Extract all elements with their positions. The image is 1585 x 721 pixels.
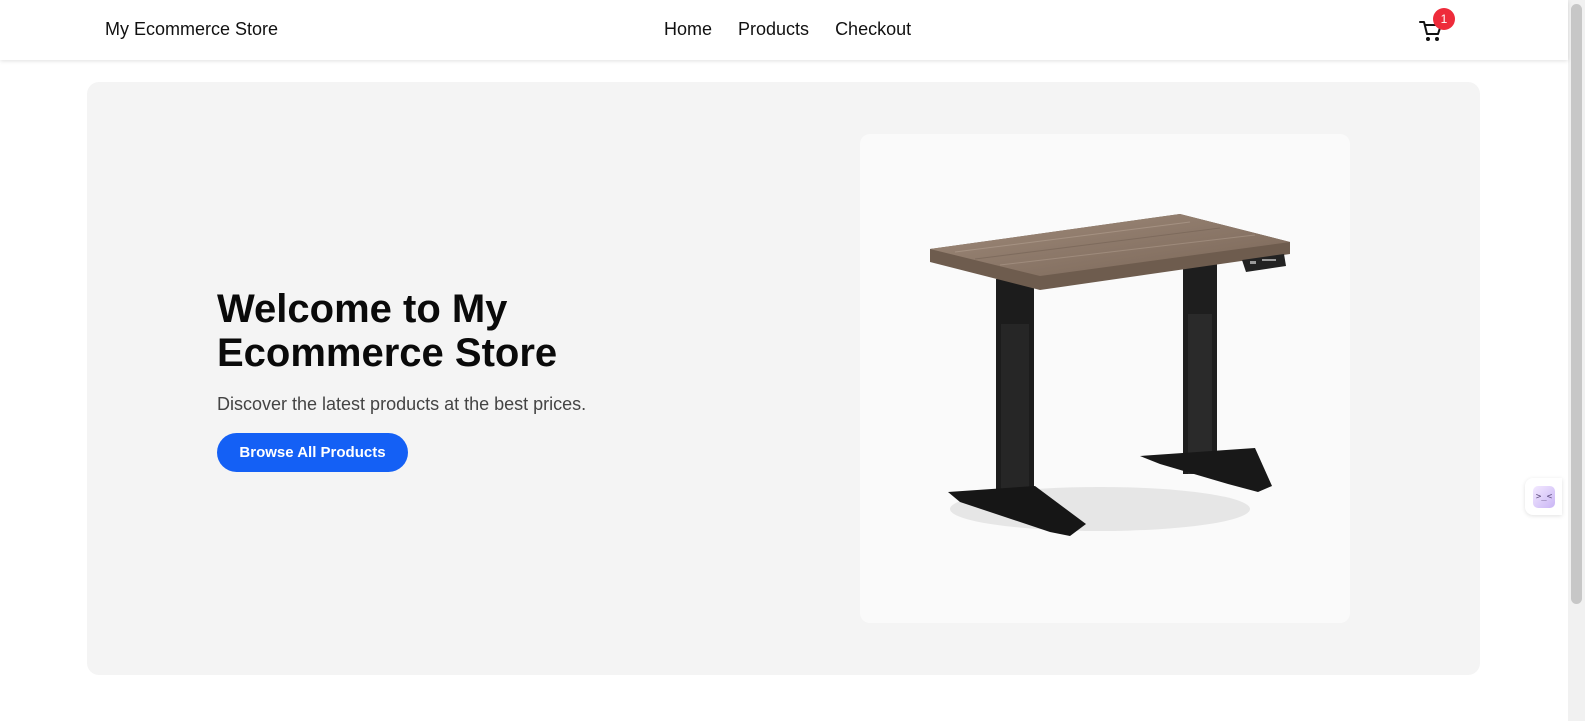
hero-subtitle: Discover the latest products at the best… xyxy=(217,394,587,414)
brand-title[interactable]: My Ecommerce Store xyxy=(105,19,278,40)
assistant-widget-button[interactable]: >_< xyxy=(1525,478,1562,515)
top-navbar: My Ecommerce Store Home Products Checkou… xyxy=(0,0,1568,60)
nav-links: Home Products Checkout xyxy=(664,19,911,40)
nav-products-link[interactable]: Products xyxy=(738,19,809,40)
assistant-widget-icon: >_< xyxy=(1533,486,1555,508)
nav-checkout-link[interactable]: Checkout xyxy=(835,19,911,40)
hero-product-image xyxy=(860,134,1350,623)
nav-home-link[interactable]: Home xyxy=(664,19,712,40)
cart-button[interactable]: 1 xyxy=(1418,8,1455,43)
hero-title: Welcome to My Ecommerce Store xyxy=(217,287,558,375)
page-scrollbar-thumb[interactable] xyxy=(1571,4,1582,604)
cart-count-badge: 1 xyxy=(1433,8,1455,30)
hero-banner: Welcome to My Ecommerce Store Discover t… xyxy=(87,82,1480,675)
standing-desk-image xyxy=(930,214,1290,536)
browse-all-products-button[interactable]: Browse All Products xyxy=(217,433,408,472)
